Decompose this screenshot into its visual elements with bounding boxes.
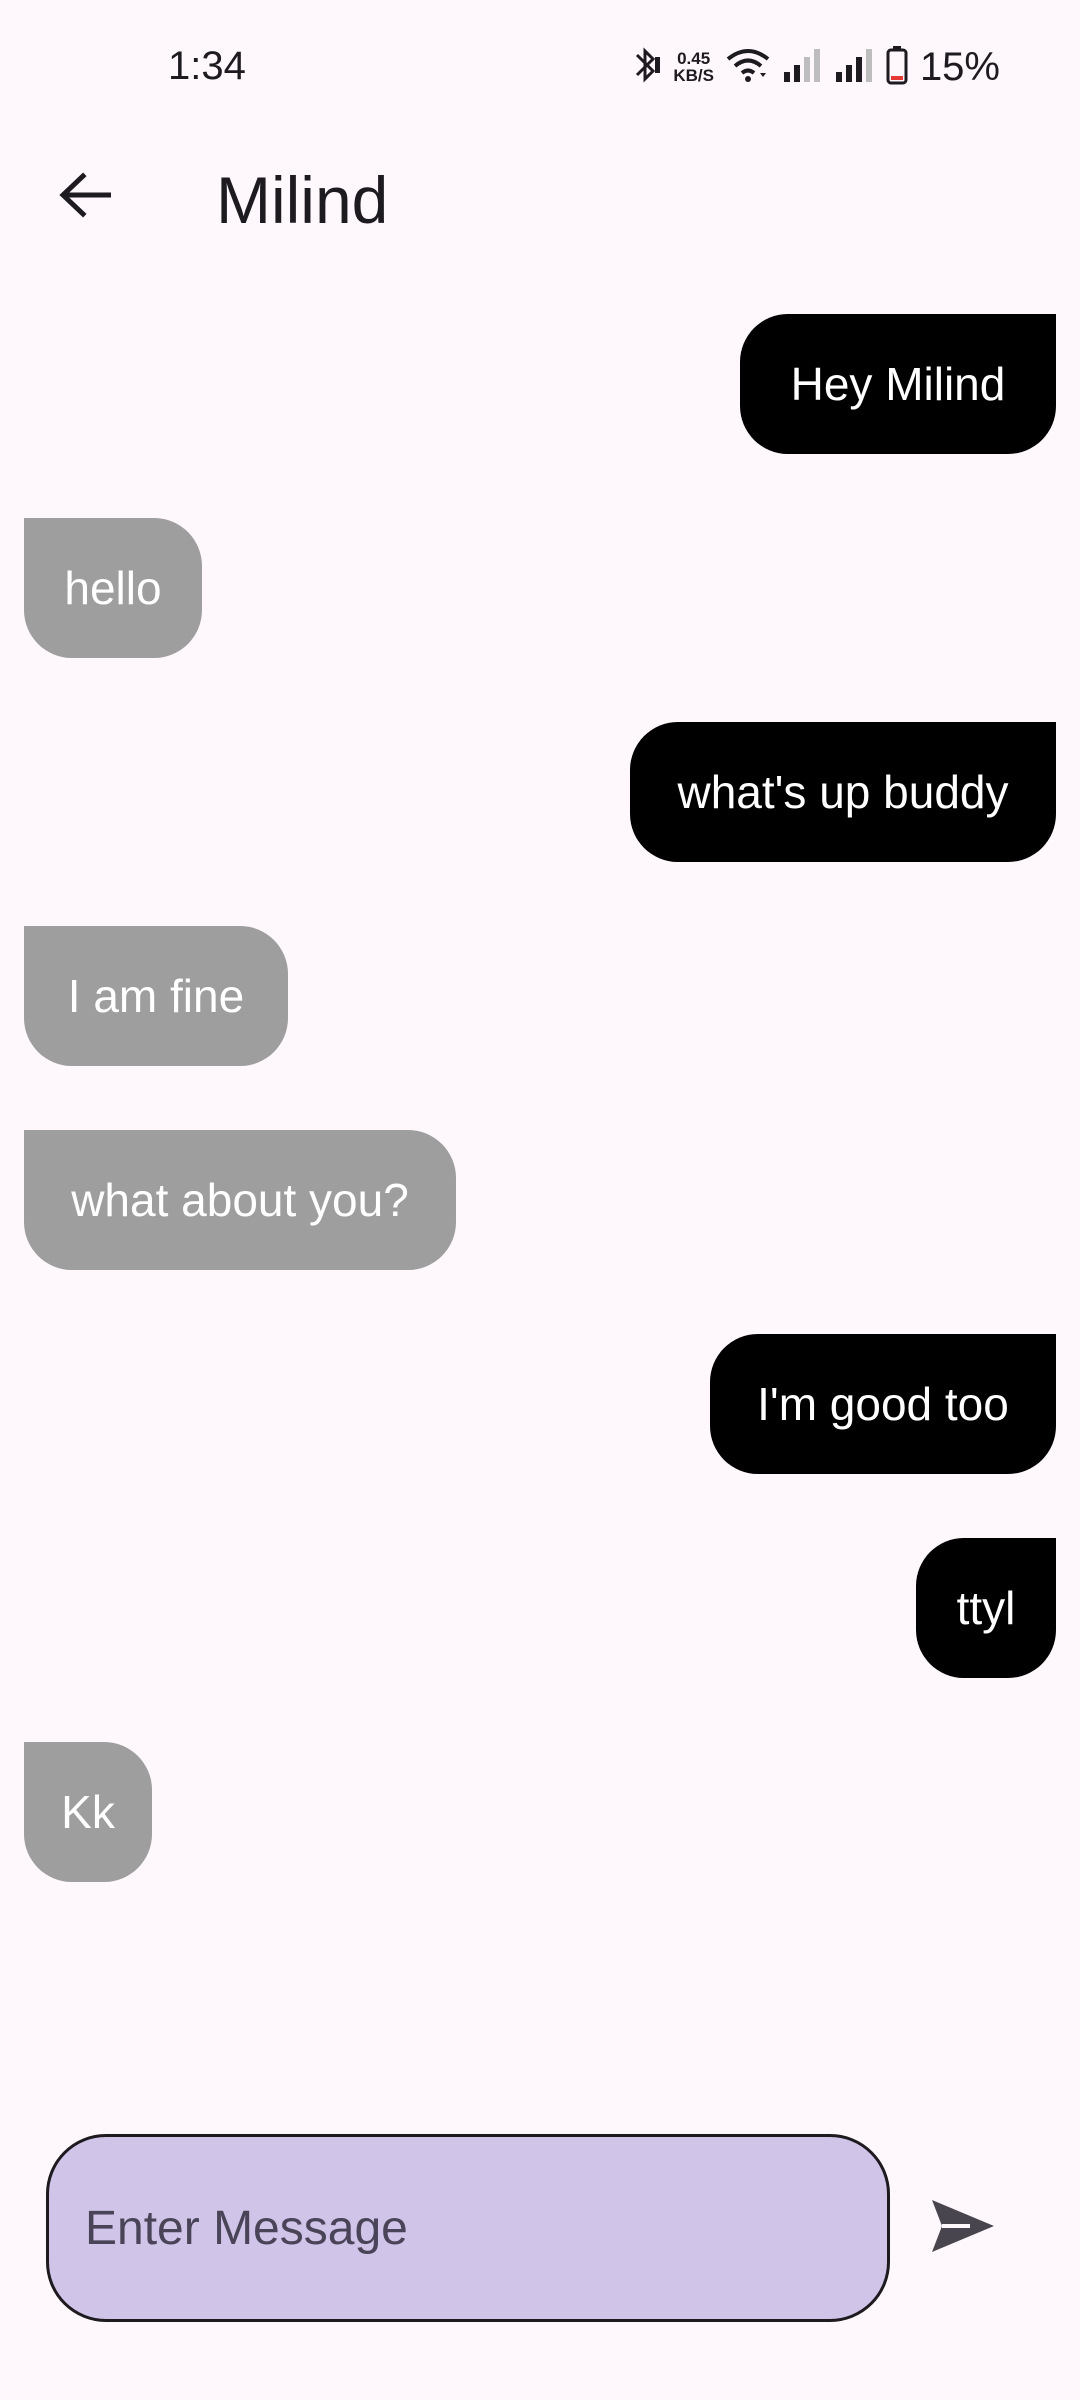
- send-icon: [930, 2198, 996, 2259]
- message-bubble-sent: I'm good too: [710, 1334, 1056, 1474]
- message-bubble-received: what about you?: [24, 1130, 456, 1270]
- network-speed-value: 0.45: [677, 49, 711, 68]
- message-bubble-sent: what's up buddy: [630, 722, 1056, 862]
- back-button[interactable]: [40, 152, 130, 242]
- network-speed-unit: KB/S: [673, 66, 714, 85]
- signal-1-icon: [782, 48, 822, 87]
- battery-percent: 15%: [919, 44, 1000, 89]
- bluetooth-icon: [631, 45, 661, 90]
- wifi-icon: [726, 47, 770, 88]
- signal-2-icon: [834, 48, 874, 87]
- message-bubble-received: Kk: [24, 1742, 152, 1882]
- status-time: 1:34: [168, 44, 246, 88]
- battery-icon: [886, 45, 908, 90]
- message-bubble-sent: Hey Milind: [740, 314, 1056, 454]
- status-bar: 1:34 0.45 KB/S 15%: [0, 0, 1080, 140]
- app-bar: Milind: [0, 140, 1080, 240]
- message-bubble-received: I am fine: [24, 926, 288, 1066]
- message-input-container[interactable]: [46, 2134, 890, 2322]
- chat-title: Milind: [216, 163, 389, 237]
- send-button[interactable]: [920, 2190, 1006, 2266]
- message-input[interactable]: [83, 2199, 887, 2257]
- network-speed: 0.45 KB/S: [673, 50, 714, 84]
- arrow-back-icon: [59, 171, 112, 223]
- message-bubble-sent: ttyl: [916, 1538, 1056, 1678]
- message-bubble-received: hello: [24, 518, 202, 658]
- status-icons: 0.45 KB/S 15%: [631, 42, 1000, 92]
